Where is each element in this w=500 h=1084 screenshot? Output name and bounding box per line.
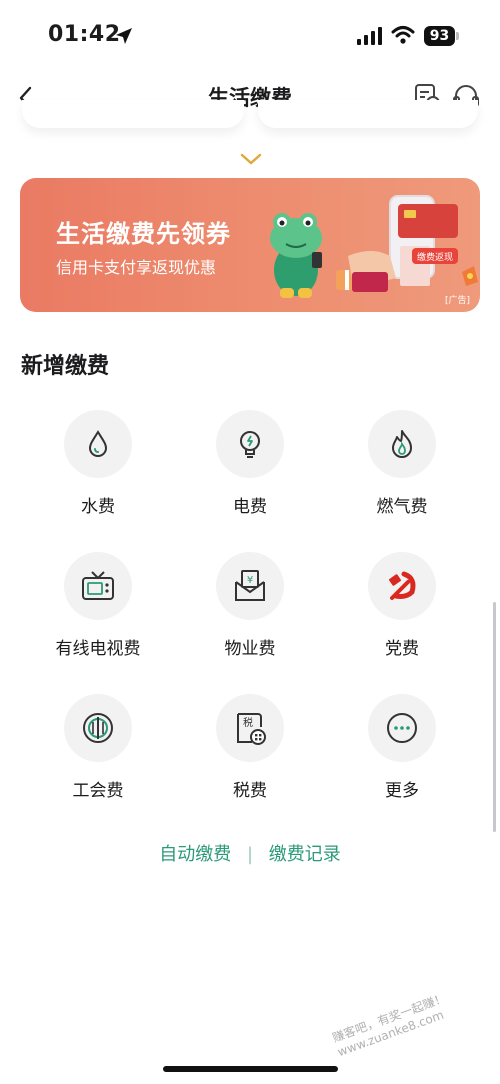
tv-icon-circle <box>64 552 132 620</box>
party-emblem-icon <box>389 571 416 600</box>
grid-label-party-fee: 党费 <box>385 639 419 659</box>
auto-pay-link[interactable]: 自动缴费 <box>159 840 231 866</box>
svg-text:¥: ¥ <box>247 575 253 586</box>
union-emblem-icon <box>83 713 113 743</box>
battery-indicator: 93 <box>424 26 455 46</box>
union-icon-circle <box>64 694 132 762</box>
banner-title: 生活缴费先领券 <box>56 220 231 248</box>
grid-label-water: 水费 <box>81 497 115 517</box>
card-left-remnant <box>22 100 244 128</box>
tax-icon-circle: 税 <box>216 694 284 762</box>
grid-label-tax: 税费 <box>233 781 267 801</box>
flame-icon <box>392 430 412 458</box>
envelope-yuan-icon: ¥ <box>235 570 265 601</box>
home-indicator[interactable] <box>163 1066 338 1072</box>
promo-banner[interactable]: 生活缴费先领券 信用卡支付享返现优惠 缴费返现 [广告] <box>20 178 480 312</box>
tv-icon <box>82 571 114 600</box>
scrollbar[interactable] <box>493 602 496 832</box>
party-icon-circle <box>368 552 436 620</box>
banner-subtitle: 信用卡支付享返现优惠 <box>56 258 217 277</box>
link-separator: | <box>246 844 254 865</box>
electricity-icon-circle <box>216 410 284 478</box>
property-icon-circle: ¥ <box>216 552 284 620</box>
grid-label-more: 更多 <box>385 781 419 801</box>
banner-badge: 缴费返现 <box>417 251 453 263</box>
grid-item-gas[interactable]: 燃气费 <box>332 410 472 530</box>
signal-icon <box>357 27 382 45</box>
grid-item-cable-tv[interactable]: 有线电视费 <box>28 552 168 672</box>
svg-text:税: 税 <box>243 716 253 729</box>
grid-label-union-fee: 工会费 <box>72 781 124 801</box>
grid-item-property[interactable]: ¥ 物业费 <box>180 552 320 672</box>
water-icon-circle <box>64 410 132 478</box>
grid-item-water[interactable]: 水费 <box>28 410 168 530</box>
battery-tip <box>456 32 459 40</box>
grid-item-party-fee[interactable]: 党费 <box>332 552 472 672</box>
status-bar: 01:42 93 <box>0 0 500 70</box>
grid-item-union-fee[interactable]: 工会费 <box>28 694 168 814</box>
payment-history-link[interactable]: 缴费记录 <box>269 840 341 866</box>
card-right-remnant <box>258 100 478 128</box>
grid-item-tax[interactable]: 税 税费 <box>180 694 320 814</box>
more-icon-circle <box>368 694 436 762</box>
grid-label-gas: 燃气费 <box>376 497 428 517</box>
status-time: 01:42 <box>48 22 121 47</box>
banner-illustration: 缴费返现 <box>270 195 478 298</box>
more-icon <box>387 713 417 743</box>
chevron-down-icon[interactable] <box>238 150 264 168</box>
water-drop-icon <box>88 430 108 457</box>
grid-label-property: 物业费 <box>224 639 276 659</box>
footer-links: 自动缴费 | 缴费记录 <box>0 840 500 866</box>
wifi-icon <box>391 26 415 44</box>
grid-item-electricity[interactable]: 电费 <box>180 410 320 530</box>
location-arrow-icon <box>116 28 132 44</box>
grid-label-cable-tv: 有线电视费 <box>55 639 141 659</box>
ad-tag: [广告] <box>444 296 470 306</box>
tax-icon: 税 <box>237 713 266 745</box>
frog-mascot-icon <box>270 213 322 298</box>
gas-icon-circle <box>368 410 436 478</box>
grid-label-electricity: 电费 <box>233 497 267 517</box>
lightbulb-icon <box>240 431 260 458</box>
section-title: 新增缴费 <box>21 354 110 379</box>
watermark: 赚客吧，有奖一起赚！ www.zuanke8.com <box>330 990 449 1060</box>
grid-item-more[interactable]: 更多 <box>332 694 472 814</box>
